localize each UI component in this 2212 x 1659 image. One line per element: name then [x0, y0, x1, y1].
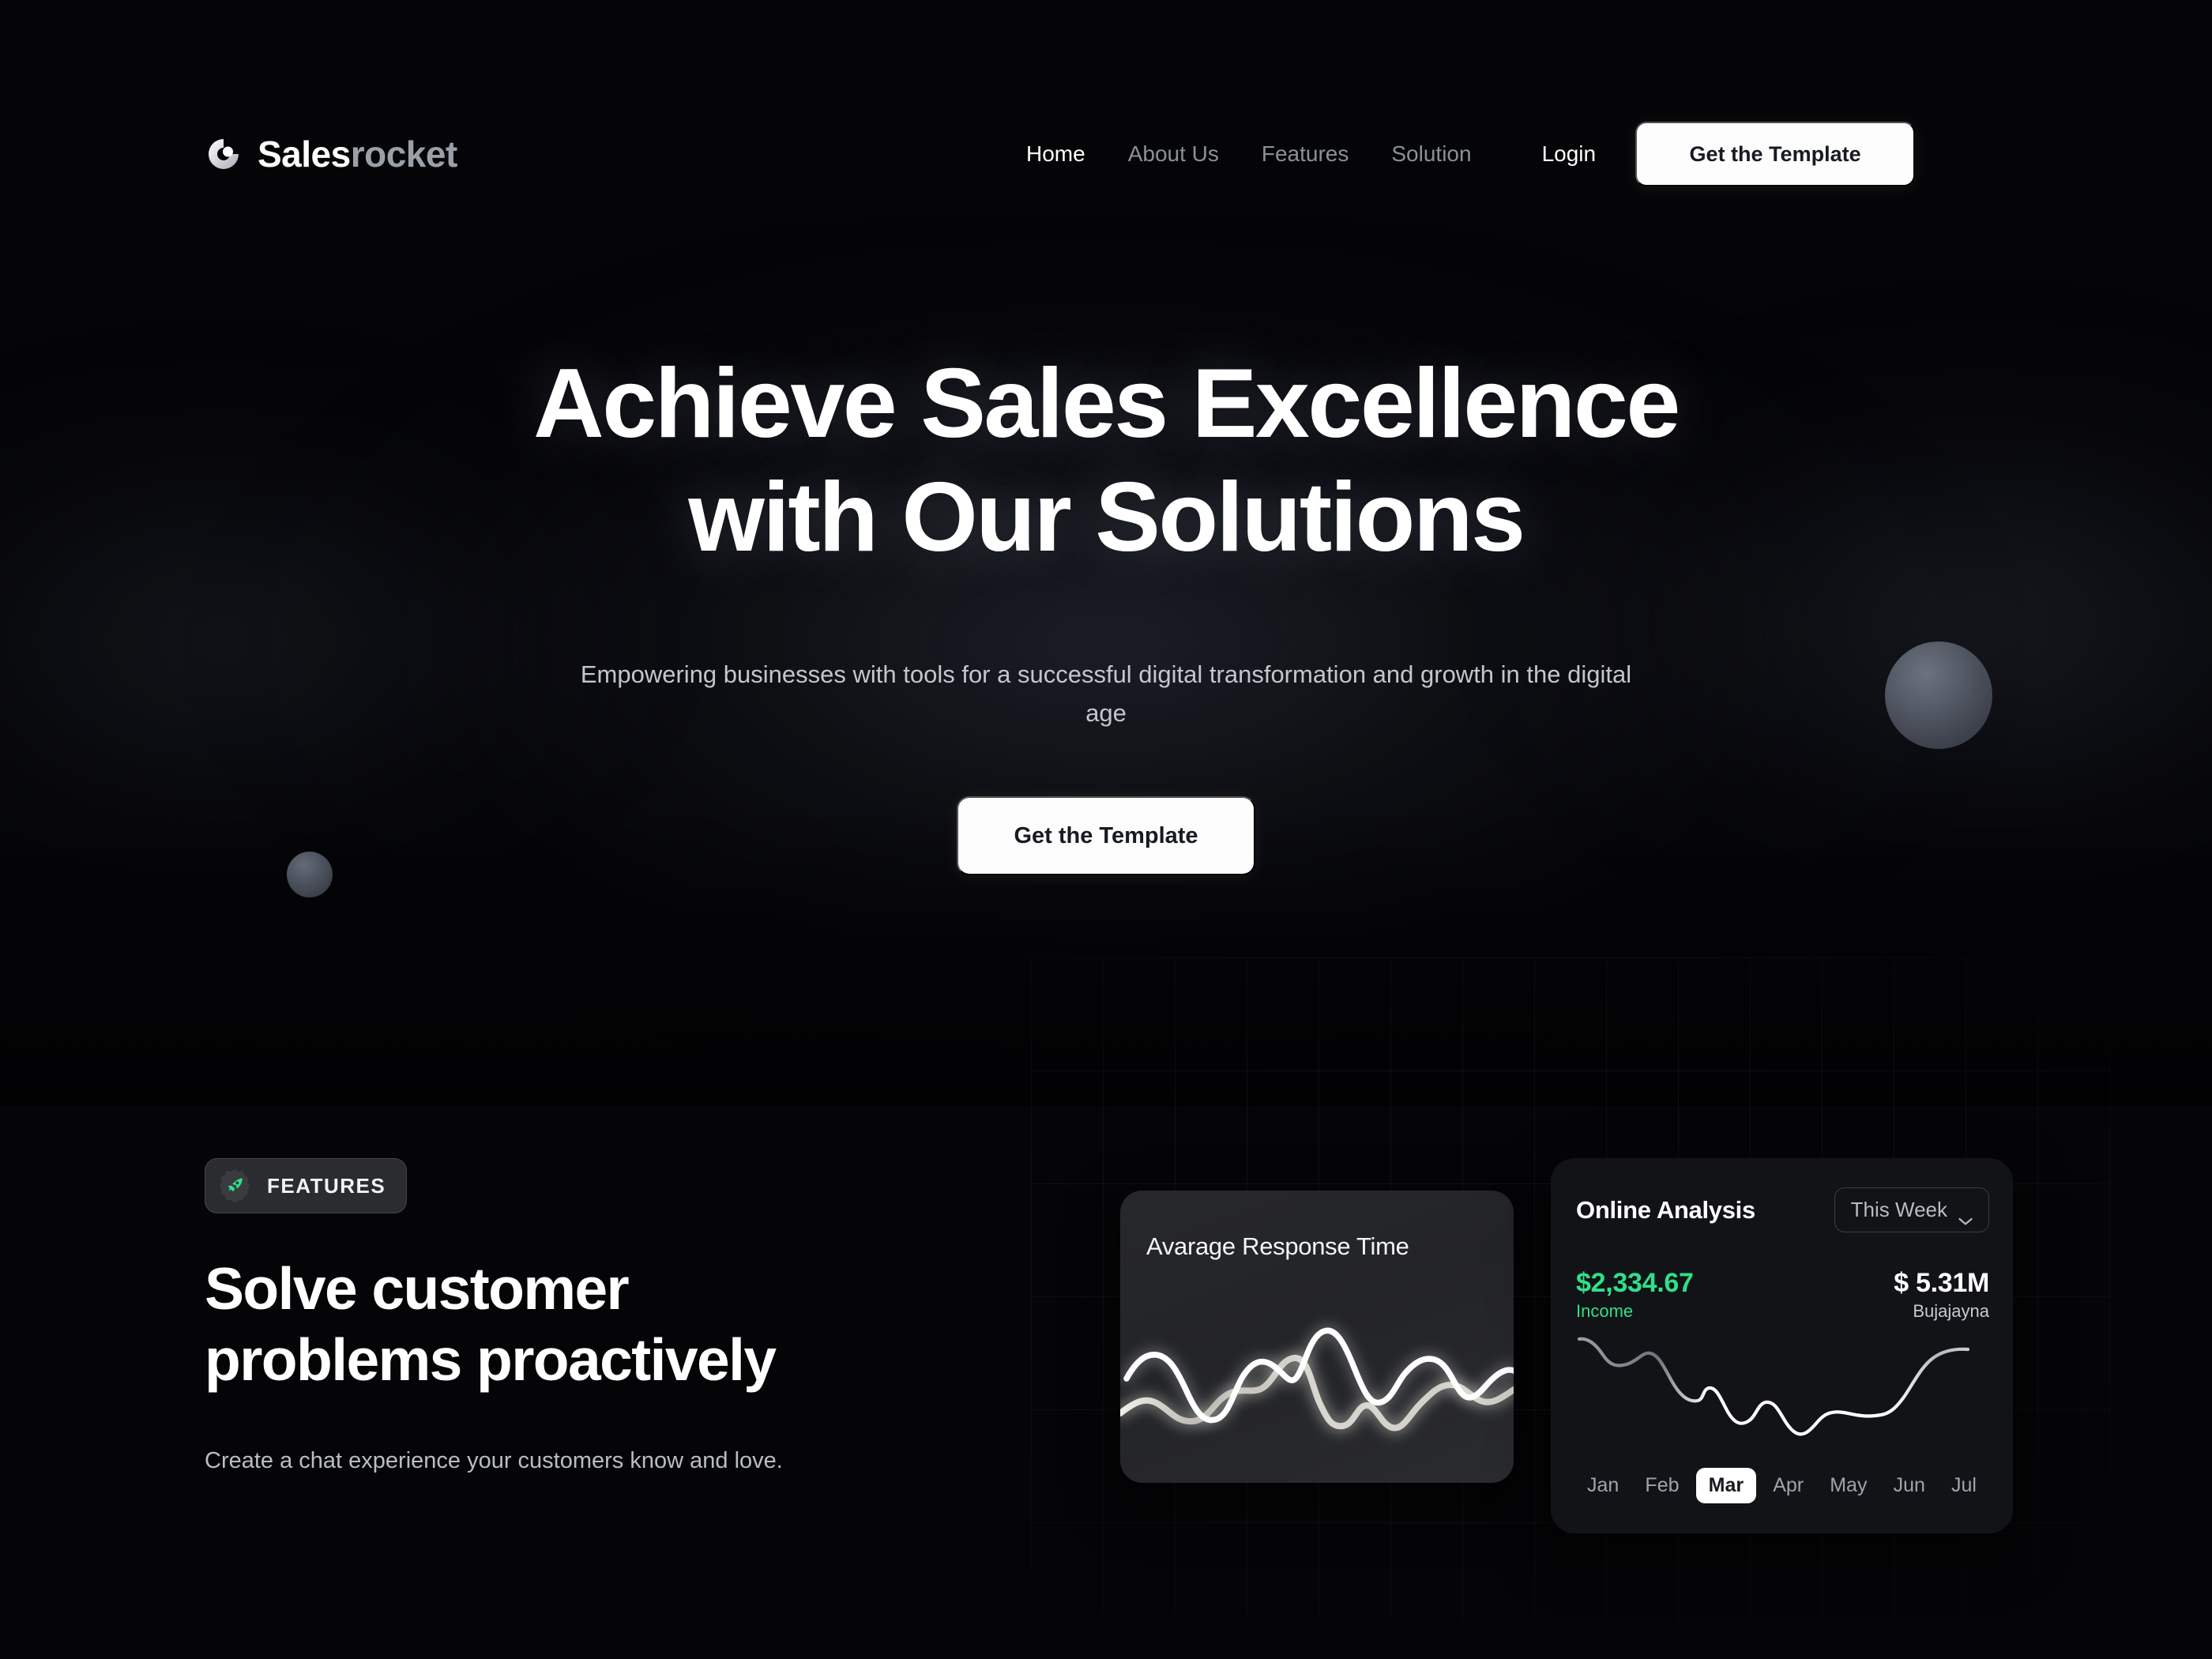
- secondary-value: $ 5.31M: [1894, 1268, 1989, 1298]
- online-analysis-title: Online Analysis: [1576, 1196, 1755, 1224]
- month-selector: Jan Feb Mar Apr May Jun Jul: [1551, 1468, 2013, 1503]
- online-analysis-card: Online Analysis This Week $2,334.67 Inco…: [1551, 1158, 2013, 1533]
- rocket-circle-icon: [205, 136, 242, 172]
- decorative-sphere-large: [1885, 641, 1992, 749]
- month-may[interactable]: May: [1820, 1469, 1876, 1502]
- month-jun[interactable]: Jun: [1884, 1469, 1935, 1502]
- nav-item-solution[interactable]: Solution: [1370, 143, 1492, 165]
- hero-title-line-1: Achieve Sales Excellence: [533, 349, 1680, 458]
- brand-name: Salesrocket: [258, 136, 457, 172]
- hero-title-line-2: with Our Solutions: [688, 462, 1525, 572]
- income-value: $2,334.67: [1576, 1268, 1694, 1298]
- month-feb[interactable]: Feb: [1635, 1469, 1688, 1502]
- brand-name-primary: Sales: [258, 134, 351, 175]
- income-stat: $2,334.67 Income: [1576, 1268, 1694, 1322]
- income-label: Income: [1576, 1301, 1634, 1322]
- decorative-sphere-small: [287, 852, 333, 897]
- site-header: Salesrocket Home About Us Features Solut…: [0, 0, 2212, 213]
- hero-get-template-button[interactable]: Get the Template: [957, 796, 1255, 875]
- average-response-time-chart: [1120, 1326, 1514, 1433]
- page-title: Achieve Sales Excellence with Our Soluti…: [0, 348, 2212, 575]
- online-analysis-chart: [1577, 1337, 1970, 1436]
- nav-item-home[interactable]: Home: [1005, 143, 1107, 165]
- header-get-template-button[interactable]: Get the Template: [1635, 122, 1916, 186]
- login-link[interactable]: Login: [1542, 143, 1597, 165]
- month-jul[interactable]: Jul: [1942, 1469, 1986, 1502]
- time-range-dropdown[interactable]: This Week: [1834, 1187, 1989, 1232]
- chevron-down-icon: [1958, 1206, 1973, 1224]
- month-apr[interactable]: Apr: [1763, 1469, 1813, 1502]
- month-jan[interactable]: Jan: [1578, 1469, 1628, 1502]
- hero-subtitle: Empowering businesses with tools for a s…: [580, 660, 1632, 727]
- month-mar[interactable]: Mar: [1695, 1468, 1757, 1503]
- time-range-value: This Week: [1850, 1198, 1947, 1221]
- nav-item-about-us[interactable]: About Us: [1107, 143, 1240, 165]
- secondary-label: Bujajayna: [1913, 1301, 1989, 1322]
- brand-name-secondary: rocket: [350, 134, 458, 175]
- nav-item-features[interactable]: Features: [1240, 143, 1371, 165]
- brand-logo[interactable]: Salesrocket: [205, 136, 457, 172]
- secondary-stat: $ 5.31M Bujajayna: [1894, 1268, 1989, 1322]
- main-navigation: Home About Us Features Solution Login Ge…: [1005, 122, 1916, 186]
- average-response-time-card: Avarage Response Time: [1120, 1191, 1514, 1483]
